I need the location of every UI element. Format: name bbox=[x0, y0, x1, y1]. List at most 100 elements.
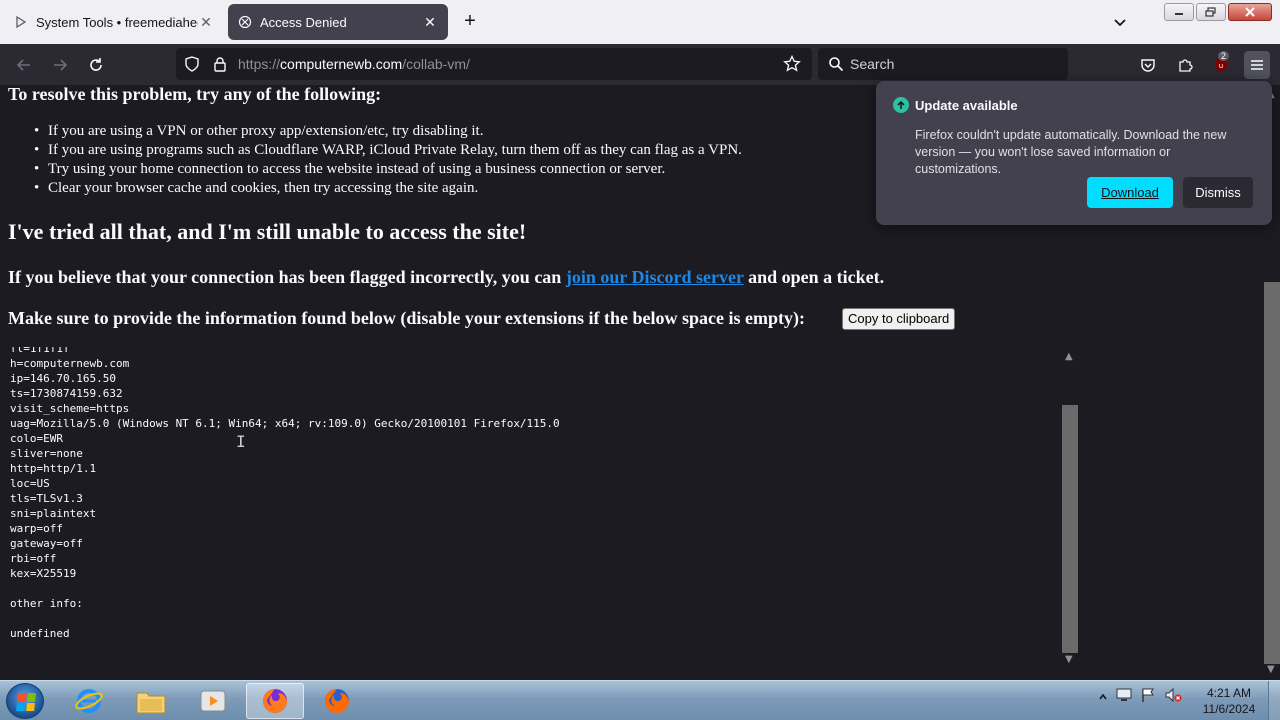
address-bar[interactable]: https://computernewb.com/collab-vm/ bbox=[176, 48, 812, 80]
resolve-heading: To resolve this problem, try any of the … bbox=[8, 85, 382, 104]
tracking-protection-shield-icon[interactable] bbox=[182, 54, 202, 74]
update-message: Firefox couldn't update automatically. D… bbox=[915, 128, 1227, 176]
update-title: Update available bbox=[915, 98, 1018, 113]
search-bar[interactable]: Search bbox=[818, 48, 1068, 80]
text-cursor-icon: I bbox=[236, 432, 246, 451]
file-explorer-icon[interactable] bbox=[122, 683, 180, 719]
info-line: other info: bbox=[10, 597, 83, 610]
bookmark-star-icon[interactable] bbox=[782, 54, 802, 74]
show-desktop-button[interactable] bbox=[1268, 681, 1280, 720]
info-line: ts=1730874159.632 bbox=[10, 387, 123, 400]
discord-link[interactable]: join our Discord server bbox=[566, 267, 744, 287]
url-text: https://computernewb.com/collab-vm/ bbox=[238, 56, 470, 72]
scroll-up-arrow-icon[interactable]: ▲ bbox=[1065, 351, 1073, 362]
update-available-popup: Update available Firefox couldn't update… bbox=[876, 81, 1272, 225]
search-placeholder: Search bbox=[850, 56, 895, 72]
firefox-taskbar-button[interactable] bbox=[246, 683, 304, 719]
minimize-button[interactable] bbox=[1164, 3, 1194, 21]
info-line bbox=[10, 611, 560, 626]
close-window-button[interactable] bbox=[1228, 3, 1272, 21]
back-icon[interactable] bbox=[14, 55, 34, 75]
search-icon bbox=[826, 54, 846, 74]
tab-access-denied[interactable]: Access Denied ✕ bbox=[228, 4, 448, 40]
info-line: visit_scheme=https bbox=[10, 402, 130, 415]
reload-icon[interactable] bbox=[86, 55, 106, 75]
info-line: warp=off bbox=[10, 522, 63, 535]
list-item: If you are using a VPN or other proxy ap… bbox=[34, 122, 742, 141]
clock-time: 4:21 AM bbox=[1206, 686, 1252, 700]
play-icon bbox=[14, 15, 28, 29]
close-tab-icon[interactable]: ✕ bbox=[198, 14, 214, 30]
info-line: uag=Mozilla/5.0 (Windows NT 6.1; Win64; … bbox=[10, 417, 560, 430]
url-scheme: https:// bbox=[238, 56, 281, 72]
update-arrow-icon bbox=[893, 97, 909, 113]
info-line: colo=EWR bbox=[10, 432, 63, 445]
start-button[interactable] bbox=[6, 683, 44, 719]
extensions-puzzle-icon[interactable] bbox=[1175, 55, 1195, 75]
page-scroll-thumb[interactable] bbox=[1264, 282, 1280, 664]
flagged-suffix: and open a ticket. bbox=[743, 267, 885, 287]
info-textarea[interactable]: fl=1f1f1f h=computernewb.com ip=146.70.165… bbox=[0, 347, 1078, 665]
list-item: Clear your browser cache and cookies, th… bbox=[34, 179, 742, 198]
firefox-icon bbox=[263, 689, 287, 713]
info-line: undefined bbox=[10, 627, 70, 640]
info-line: kex=X25519 bbox=[10, 567, 77, 580]
info-line: ip=146.70.165.50 bbox=[10, 372, 116, 385]
info-line: http=http/1.1 bbox=[10, 462, 97, 475]
restore-button[interactable] bbox=[1196, 3, 1226, 21]
window-controls bbox=[1164, 3, 1272, 21]
info-line: gateway=off bbox=[10, 537, 83, 550]
lock-icon[interactable] bbox=[210, 54, 230, 74]
list-all-tabs-icon[interactable] bbox=[1110, 12, 1130, 32]
url-path: /collab-vm/ bbox=[402, 56, 470, 72]
tab-system-tools[interactable]: System Tools • freemediaheckyes ✕ bbox=[4, 4, 224, 40]
info-line: h=computernewb.com bbox=[10, 357, 130, 370]
flagged-paragraph: If you believe that your connection has … bbox=[8, 267, 884, 288]
list-item: If you are using programs such as Cloudf… bbox=[34, 141, 742, 160]
forward-icon[interactable] bbox=[50, 55, 70, 75]
info-line: rbi=off bbox=[10, 552, 57, 565]
dismiss-button[interactable]: Dismiss bbox=[1183, 177, 1253, 208]
windows-logo-icon bbox=[16, 693, 36, 711]
textarea-scroll-thumb[interactable] bbox=[1062, 405, 1078, 653]
globe-icon bbox=[238, 15, 252, 29]
info-line: tls=TLSv1.3 bbox=[10, 492, 83, 505]
clock-date: 11/6/2024 bbox=[1202, 702, 1256, 716]
provide-info-text: Make sure to provide the information fou… bbox=[8, 308, 806, 328]
scroll-down-arrow-icon[interactable]: ▼ bbox=[1065, 654, 1073, 665]
action-center-flag-icon[interactable] bbox=[1140, 687, 1156, 708]
navigation-toolbar: https://computernewb.com/collab-vm/ Sear… bbox=[0, 44, 1280, 85]
tab-title: System Tools • freemediaheckyes bbox=[36, 14, 198, 30]
info-line: sni=plaintext bbox=[10, 507, 97, 520]
pocket-icon[interactable] bbox=[1138, 55, 1158, 75]
extension-badge: 2 bbox=[1218, 51, 1230, 61]
new-tab-button[interactable]: + bbox=[460, 11, 480, 32]
svg-text:u: u bbox=[1219, 62, 1223, 70]
volume-muted-icon[interactable] bbox=[1164, 687, 1182, 708]
taskbar-clock[interactable]: 4:21 AM 11/6/2024 bbox=[1196, 685, 1262, 717]
info-line: fl=1f1f1f bbox=[10, 347, 70, 355]
windows-taskbar: 4:21 AM 11/6/2024 bbox=[0, 680, 1280, 720]
close-tab-icon[interactable]: ✕ bbox=[422, 14, 438, 30]
network-icon[interactable] bbox=[1116, 687, 1132, 708]
info-text: fl=1f1f1f h=computernewb.com ip=146.70.165… bbox=[10, 347, 560, 641]
list-item: Try using your home connection to access… bbox=[34, 160, 742, 179]
media-player-icon[interactable] bbox=[184, 683, 242, 719]
system-tray bbox=[1098, 687, 1182, 708]
tab-title: Access Denied bbox=[260, 14, 347, 30]
scroll-down-arrow-icon[interactable]: ▼ bbox=[1267, 664, 1275, 675]
show-hidden-icons-icon[interactable] bbox=[1098, 689, 1108, 707]
copy-to-clipboard-button[interactable]: Copy to clipboard bbox=[842, 308, 956, 330]
tips-list: If you are using a VPN or other proxy ap… bbox=[34, 122, 742, 198]
internet-explorer-icon[interactable] bbox=[60, 683, 118, 719]
url-host: computernewb.com bbox=[280, 56, 403, 72]
download-button[interactable]: Download bbox=[1087, 177, 1173, 208]
flagged-text: If you believe that your connection has … bbox=[8, 267, 566, 287]
still-unable-heading: I've tried all that, and I'm still unabl… bbox=[8, 219, 527, 244]
firefox-icon[interactable] bbox=[308, 683, 366, 719]
info-line bbox=[10, 581, 560, 596]
hamburger-menu-icon[interactable] bbox=[1244, 51, 1270, 79]
tab-strip: System Tools • freemediaheckyes ✕ Access… bbox=[0, 0, 1280, 44]
info-line: sliver=none bbox=[10, 447, 83, 460]
info-line: loc=US bbox=[10, 477, 50, 490]
